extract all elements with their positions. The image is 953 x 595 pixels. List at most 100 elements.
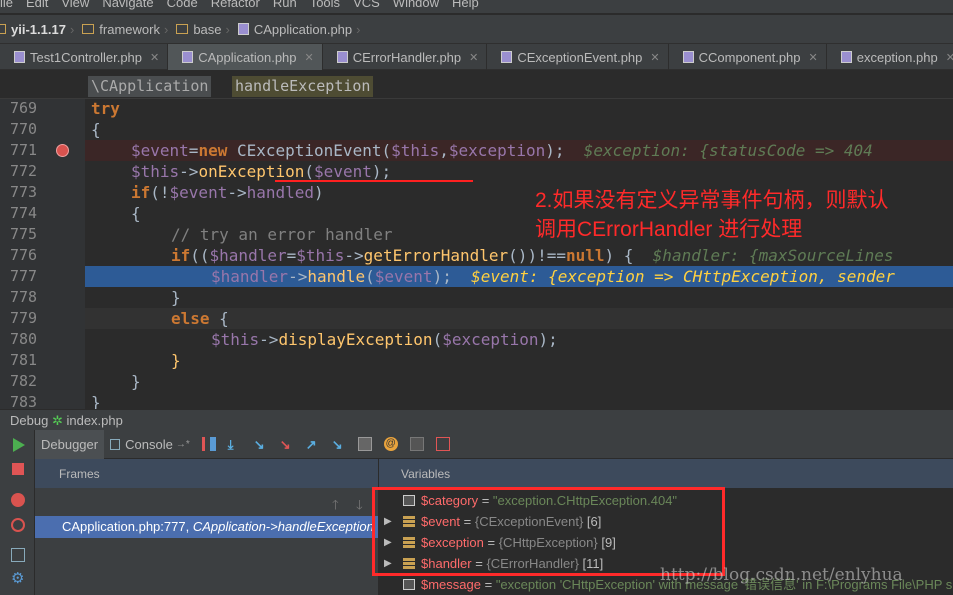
- watermark: http://blog.csdn.net/enlyhua: [660, 565, 903, 585]
- pin-icon[interactable]: →*: [176, 439, 190, 450]
- frames-header: Frames: [35, 459, 378, 488]
- menu-item[interactable]: Code: [167, 0, 198, 10]
- code-token: );: [371, 162, 392, 181]
- restore-layout-icon[interactable]: [435, 437, 450, 451]
- resume-icon[interactable]: [13, 438, 25, 452]
- down-arrow-icon[interactable]: 🡓: [356, 496, 363, 518]
- php-file-icon: [840, 51, 852, 63]
- code-token: $exception: {statusCode => 404: [583, 141, 873, 160]
- step-into-icon[interactable]: ↘: [254, 437, 268, 452]
- tab-test1controller[interactable]: Test1Controller.php ✕: [0, 44, 169, 70]
- code-token: $event: [314, 162, 372, 181]
- menu-item[interactable]: Refactor: [211, 0, 260, 10]
- mute-breakpoints-icon[interactable]: [11, 518, 25, 532]
- frame-item[interactable]: CApplication.php:777, CApplication->hand…: [35, 516, 378, 538]
- code-token: handled: [246, 183, 315, 202]
- breadcrumb-label: base: [193, 21, 222, 37]
- breadcrumb-item[interactable]: yii-1.1.17 ›: [0, 22, 78, 37]
- step-out-icon[interactable]: ↗: [306, 437, 320, 452]
- code-token: $handler: {maxSourceLines: [652, 246, 894, 265]
- evaluate-icon[interactable]: [357, 437, 372, 451]
- settings-icon[interactable]: ⚙: [11, 571, 25, 586]
- code-token: try: [91, 99, 120, 118]
- stop-icon[interactable]: [12, 463, 24, 475]
- php-file-icon: [501, 51, 513, 63]
- php-file-icon: [336, 51, 348, 63]
- code-token: ->: [288, 267, 308, 286]
- code-token: {: [91, 120, 101, 139]
- code-line[interactable]: 781}: [0, 350, 953, 371]
- close-icon[interactable]: ✕: [650, 51, 659, 64]
- watch-icon[interactable]: @: [383, 437, 398, 451]
- code-token: ) {: [604, 246, 653, 265]
- code-line[interactable]: 776 if(($handler=$this->getErrorHandler()…: [0, 245, 953, 266]
- nav-class[interactable]: \CApplication: [88, 76, 212, 97]
- show-execution-point-icon[interactable]: [201, 437, 216, 451]
- tab-capplication[interactable]: CApplication.php ✕: [168, 44, 323, 70]
- code-line[interactable]: 780 $this->displayException($exception);: [0, 329, 953, 350]
- menu-item[interactable]: File: [0, 0, 13, 10]
- run-to-cursor-icon[interactable]: ↘: [332, 437, 346, 452]
- menu-item[interactable]: View: [61, 0, 89, 10]
- toggle-icon[interactable]: [409, 437, 424, 451]
- code-token: );: [432, 267, 472, 286]
- tab-ccomponent[interactable]: CComponent.php ✕: [669, 44, 827, 70]
- code-token: handle: [307, 267, 366, 286]
- code-line[interactable]: 771 $event=new CExceptionEvent($this,$exc…: [10, 140, 953, 161]
- menu-item[interactable]: VCS: [353, 0, 380, 10]
- code-line[interactable]: 777 $handler->handle($event); $event: {ex…: [10, 266, 953, 287]
- view-breakpoints-icon[interactable]: [11, 493, 25, 507]
- breadcrumb-item[interactable]: CApplication.php ›: [237, 22, 365, 37]
- up-arrow-icon[interactable]: 🡑: [332, 496, 339, 518]
- tab-label: Console: [125, 436, 173, 452]
- code-line[interactable]: 782}: [0, 371, 953, 392]
- code-line[interactable]: 770 {: [0, 119, 953, 140]
- code-text: }: [171, 287, 181, 308]
- code-token: (!: [150, 183, 170, 202]
- menu-item[interactable]: Run: [273, 0, 297, 10]
- tab-label: Debugger: [41, 436, 99, 452]
- close-icon[interactable]: ✕: [469, 51, 478, 64]
- code-token: ())!==: [508, 246, 566, 265]
- layout-icon[interactable]: [11, 548, 25, 562]
- menu-item[interactable]: Help: [452, 0, 479, 10]
- tab-cexceptionevent[interactable]: CExceptionEvent.php ✕: [487, 44, 669, 70]
- step-over-icon[interactable]: ⤓: [228, 437, 242, 452]
- code-editor[interactable]: 769 try 770{771 $event=new CExceptionEvent(…: [0, 99, 953, 409]
- variable-name: $message: [421, 577, 481, 592]
- debug-config[interactable]: index.php: [66, 413, 122, 428]
- close-icon[interactable]: ✕: [946, 51, 953, 64]
- code-text: $this->displayException($exception);: [211, 329, 558, 350]
- menu-item[interactable]: Edit: [26, 0, 48, 10]
- console-icon: [110, 438, 121, 450]
- force-step-into-icon[interactable]: ↘: [280, 437, 294, 452]
- code-line[interactable]: 769 try: [0, 99, 953, 119]
- line-number: 783: [10, 393, 38, 409]
- close-icon[interactable]: ✕: [305, 51, 314, 64]
- code-text: $event=new CExceptionEvent($this,$except…: [131, 140, 873, 161]
- code-token: ->: [344, 246, 364, 265]
- code-line[interactable]: 779 else {: [10, 308, 953, 329]
- tab-console[interactable]: Console →*: [104, 430, 196, 459]
- code-line[interactable]: 783}: [0, 392, 953, 409]
- code-token: $exception: [448, 141, 546, 160]
- breadcrumb-item[interactable]: framework ›: [82, 22, 172, 37]
- menu-item[interactable]: Tools: [310, 0, 340, 10]
- code-line[interactable]: 772 $this->onException($event);: [0, 161, 953, 182]
- code-line[interactable]: 778}: [0, 287, 953, 308]
- nav-method[interactable]: handleException: [232, 76, 374, 97]
- menu-item[interactable]: Window: [393, 0, 439, 10]
- structure-breadcrumb: \CApplication handleException: [0, 71, 953, 99]
- code-text: // try an error handler: [171, 224, 393, 245]
- breakpoint-icon[interactable]: [56, 144, 69, 157]
- breadcrumb-label: framework: [99, 21, 160, 37]
- close-icon[interactable]: ✕: [809, 51, 818, 64]
- tab-debugger[interactable]: Debugger: [35, 429, 105, 459]
- code-token: $exception: [442, 330, 539, 349]
- code-token: {: [219, 309, 229, 328]
- menu-item[interactable]: Navigate: [102, 0, 153, 10]
- tab-cerrorhandler[interactable]: CErrorHandler.php ✕: [323, 44, 488, 70]
- tab-exception[interactable]: exception.php ✕: [827, 44, 953, 70]
- breadcrumb-item[interactable]: base ›: [176, 22, 234, 37]
- close-icon[interactable]: ✕: [150, 51, 159, 64]
